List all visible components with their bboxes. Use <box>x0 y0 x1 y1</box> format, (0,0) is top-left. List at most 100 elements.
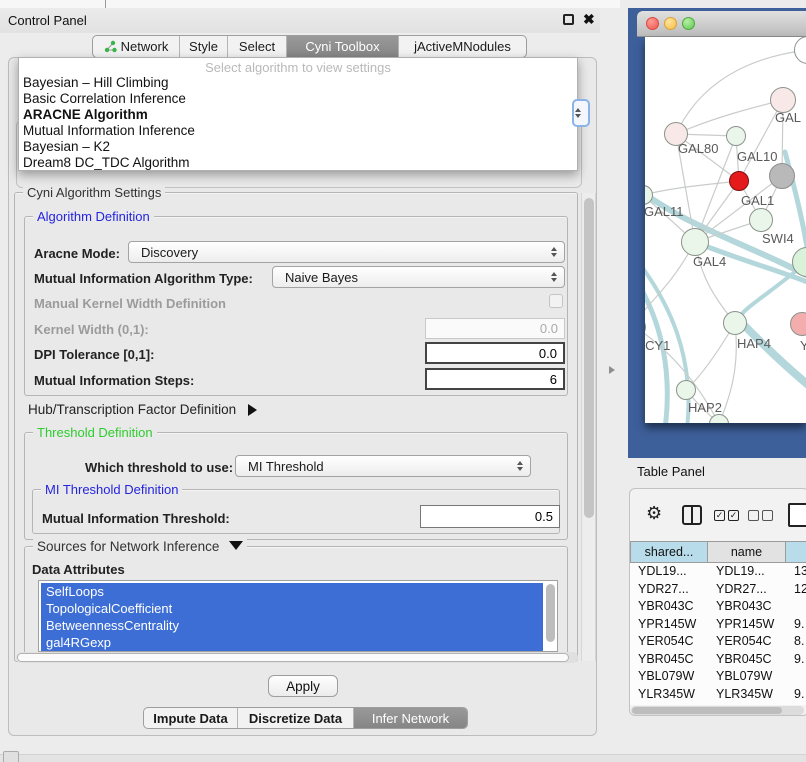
tab-jactivemnodules-label: jActiveMNodules <box>414 39 511 54</box>
node-label: HAP4 <box>737 336 771 351</box>
algorithm-option[interactable]: Mutual Information Inference <box>19 123 577 139</box>
algorithm-definition-title: Algorithm Definition <box>33 209 154 224</box>
window-minimize-button[interactable] <box>664 17 677 30</box>
window-close-button[interactable] <box>646 17 659 30</box>
table-row[interactable]: YIL052CYIL052C9 <box>630 703 806 705</box>
combo-arrows-icon <box>551 247 557 257</box>
export-table-icon[interactable] <box>788 503 806 527</box>
node-label: GAL1 <box>741 193 774 208</box>
combo-arrows-icon <box>517 461 523 471</box>
hub-definition-label[interactable]: Hub/Transcription Factor Definition <box>28 402 257 417</box>
tab-infer-network[interactable]: Infer Network <box>354 708 467 728</box>
node-label: Y <box>800 338 806 353</box>
table-row[interactable]: YBR043CYBR043C <box>630 598 806 616</box>
column-header-partial[interactable]: A <box>786 541 806 563</box>
bottom-tabs: Impute Data Discretize Data Infer Networ… <box>143 707 468 729</box>
which-threshold-combo[interactable]: MI Threshold <box>235 455 531 477</box>
attributes-scrollbar[interactable] <box>546 584 555 642</box>
which-threshold-label: Which threshold to use: <box>85 460 233 475</box>
float-panel-icon[interactable] <box>563 14 574 25</box>
table-row[interactable]: YDR27...YDR27...12 <box>630 581 806 599</box>
table-row[interactable]: YLR345WYLR345W9. <box>630 686 806 704</box>
node-label: HAP2 <box>688 400 722 415</box>
attribute-item[interactable]: TopologicalCoefficient <box>41 600 543 617</box>
table-row[interactable]: YDL19...YDL19...13 <box>630 563 806 581</box>
disclosure-right-icon[interactable] <box>248 404 257 416</box>
top-strip <box>0 0 620 8</box>
threshold-definition-title: Threshold Definition <box>33 425 157 440</box>
tab-discretize-data[interactable]: Discretize Data <box>238 708 354 728</box>
table-row[interactable]: YBR045CYBR045C9. <box>630 651 806 669</box>
sources-title-wrap: Sources for Network Inference <box>33 539 247 554</box>
network-node[interactable] <box>676 380 696 400</box>
splitter-arrow-icon[interactable] <box>609 366 615 374</box>
control-panel-titlebar: Control Panel ✖ <box>0 8 600 33</box>
table-rows: YDL19...YDL19...13 YDR27...YDR27...12 YB… <box>630 563 806 705</box>
tab-select-label: Select <box>239 39 275 54</box>
column-header-name[interactable]: name <box>708 541 786 563</box>
control-panel-title: Control Panel <box>8 13 87 28</box>
disclosure-down-icon[interactable] <box>229 541 243 550</box>
algorithm-option[interactable]: Basic Correlation Inference <box>19 91 577 107</box>
combo-arrows-icon <box>575 108 581 118</box>
algorithm-combo-fragment[interactable] <box>572 99 590 127</box>
tab-network[interactable]: Network <box>93 36 180 57</box>
tab-discretize-data-label: Discretize Data <box>249 711 342 726</box>
tab-impute-data[interactable]: Impute Data <box>144 708 238 728</box>
table-row[interactable]: YPR145WYPR145W9. <box>630 616 806 634</box>
top-strip-tick <box>105 0 106 8</box>
algorithm-option[interactable]: Bayesian – Hill Climbing <box>19 75 577 91</box>
algorithm-option-highlighted[interactable]: ARACNE Algorithm <box>19 107 577 123</box>
close-panel-icon[interactable]: ✖ <box>583 11 595 28</box>
select-all-columns-icon[interactable]: ✓ ✓ <box>714 510 739 521</box>
tab-cyni-toolbox[interactable]: Cyni Toolbox <box>287 36 399 57</box>
mi-threshold-definition-title: MI Threshold Definition <box>41 482 182 497</box>
network-node[interactable] <box>723 311 747 335</box>
tab-infer-network-label: Infer Network <box>372 711 449 726</box>
column-header-label: name <box>731 545 762 559</box>
apply-button[interactable]: Apply <box>268 675 338 697</box>
kernel-width-label: Kernel Width (0,1): <box>34 322 149 337</box>
settings-vscrollbar-thumb[interactable] <box>584 198 594 518</box>
mi-steps-field[interactable] <box>425 368 565 390</box>
tab-style[interactable]: Style <box>180 36 228 57</box>
column-header-shared-name[interactable]: shared... <box>630 541 708 563</box>
table-hscrollbar-thumb[interactable] <box>632 707 782 714</box>
network-node[interactable] <box>726 126 746 146</box>
mi-threshold-field[interactable] <box>420 505 560 528</box>
manual-kernel-width-label: Manual Kernel Width Definition <box>34 296 226 311</box>
cyni-algorithm-settings-title: Cyni Algorithm Settings <box>23 185 165 200</box>
hub-definition-text: Hub/Transcription Factor Definition <box>28 402 236 417</box>
algorithm-dropdown-prompt: Select algorithm to view settings <box>19 58 577 75</box>
network-node[interactable] <box>681 228 709 256</box>
data-attributes-label: Data Attributes <box>32 562 125 577</box>
settings-hscrollbar-thumb[interactable] <box>17 653 569 662</box>
node-label: GAL4 <box>693 254 726 269</box>
kernel-width-field[interactable] <box>425 318 565 339</box>
show-columns-icon[interactable] <box>682 505 702 525</box>
deselect-all-columns-icon[interactable] <box>748 510 773 521</box>
algorithm-option[interactable]: Bayesian – K2 <box>19 139 577 155</box>
dpi-tolerance-field[interactable] <box>425 342 565 364</box>
network-node[interactable] <box>769 163 795 189</box>
table-row[interactable]: YER054CYER054C8. <box>630 633 806 651</box>
aracne-mode-combo[interactable]: Discovery <box>128 241 565 263</box>
table-row[interactable]: YBL079WYBL079W <box>630 668 806 686</box>
network-node[interactable] <box>729 171 749 191</box>
attribute-item[interactable]: BetweennessCentrality <box>41 617 543 634</box>
manual-kernel-width-checkbox[interactable] <box>549 294 563 308</box>
window-zoom-button[interactable] <box>682 17 695 30</box>
tab-jactivemnodules[interactable]: jActiveMNodules <box>399 36 526 57</box>
network-node[interactable] <box>749 208 773 232</box>
tab-select[interactable]: Select <box>228 36 287 57</box>
attribute-item[interactable]: SelfLoops <box>41 583 543 600</box>
table-settings-gear-icon[interactable]: ⚙ <box>646 503 662 524</box>
network-canvas[interactable]: GAL GAL80 GAL10 GAL1 GAL11 SWI4 GAL4 GCY… <box>645 37 806 423</box>
mi-algorithm-type-combo[interactable]: Naive Bayes <box>272 266 565 288</box>
bottom-left-grip[interactable] <box>3 751 19 762</box>
network-window-titlebar[interactable] <box>637 11 806 37</box>
mi-steps-label: Mutual Information Steps: <box>34 373 194 388</box>
attribute-item[interactable]: gal4RGexp <box>41 634 543 651</box>
algorithm-option[interactable]: Dream8 DC_TDC Algorithm <box>19 155 577 171</box>
node-label: SWI4 <box>762 231 794 246</box>
